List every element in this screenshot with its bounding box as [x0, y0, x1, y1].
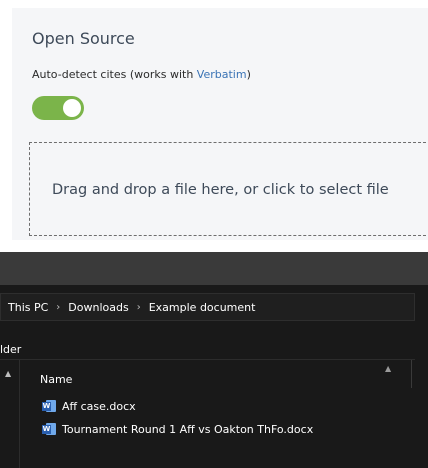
auto-detect-toggle[interactable] [32, 96, 84, 120]
section-title: Open Source [32, 29, 135, 48]
breadcrumb[interactable]: This PC › Downloads › Example document [0, 293, 415, 321]
explorer-toolbar-strip [0, 252, 428, 285]
breadcrumb-example-document[interactable]: Example document [149, 301, 256, 314]
file-row-tournament-round[interactable]: W Tournament Round 1 Aff vs Oakton ThFo.… [42, 420, 313, 438]
file-row-aff-case[interactable]: W Aff case.docx [42, 397, 136, 415]
word-icon: W [42, 422, 56, 436]
file-dropzone[interactable]: Drag and drop a file here, or click to s… [29, 142, 426, 236]
file-name: Tournament Round 1 Aff vs Oakton ThFo.do… [62, 422, 314, 436]
screenshot-root: Open Source Auto-detect cites (works wit… [0, 0, 428, 468]
pane-divider-horizontal [0, 359, 415, 360]
web-panel: Open Source Auto-detect cites (works wit… [0, 0, 428, 250]
folder-label: lder [0, 343, 22, 356]
breadcrumb-this-pc[interactable]: This PC [8, 301, 48, 314]
scroll-up-arrow-icon[interactable]: ▲ [5, 369, 11, 378]
toggle-knob [63, 99, 81, 117]
dropzone-text: Drag and drop a file here, or click to s… [52, 182, 389, 198]
chevron-right-icon: › [136, 301, 141, 313]
word-icon-badge: W [42, 402, 51, 411]
column-header-name[interactable]: Name [40, 373, 72, 386]
auto-detect-label: Auto-detect cites (works with Verbatim) [32, 68, 251, 81]
word-icon: W [42, 399, 56, 413]
pane-divider-vertical [19, 360, 20, 468]
auto-detect-label-prefix: Auto-detect cites (works with [32, 68, 197, 81]
breadcrumb-downloads[interactable]: Downloads [68, 301, 128, 314]
column-divider[interactable] [411, 360, 412, 388]
file-name: Aff case.docx [62, 399, 136, 413]
sort-ascending-icon: ▲ [385, 364, 392, 373]
auto-detect-label-suffix: ) [246, 68, 251, 81]
verbatim-link[interactable]: Verbatim [197, 68, 247, 81]
file-explorer: This PC › Downloads › Example document l… [0, 252, 428, 468]
word-icon-badge: W [42, 425, 51, 434]
chevron-right-icon: › [56, 301, 61, 313]
